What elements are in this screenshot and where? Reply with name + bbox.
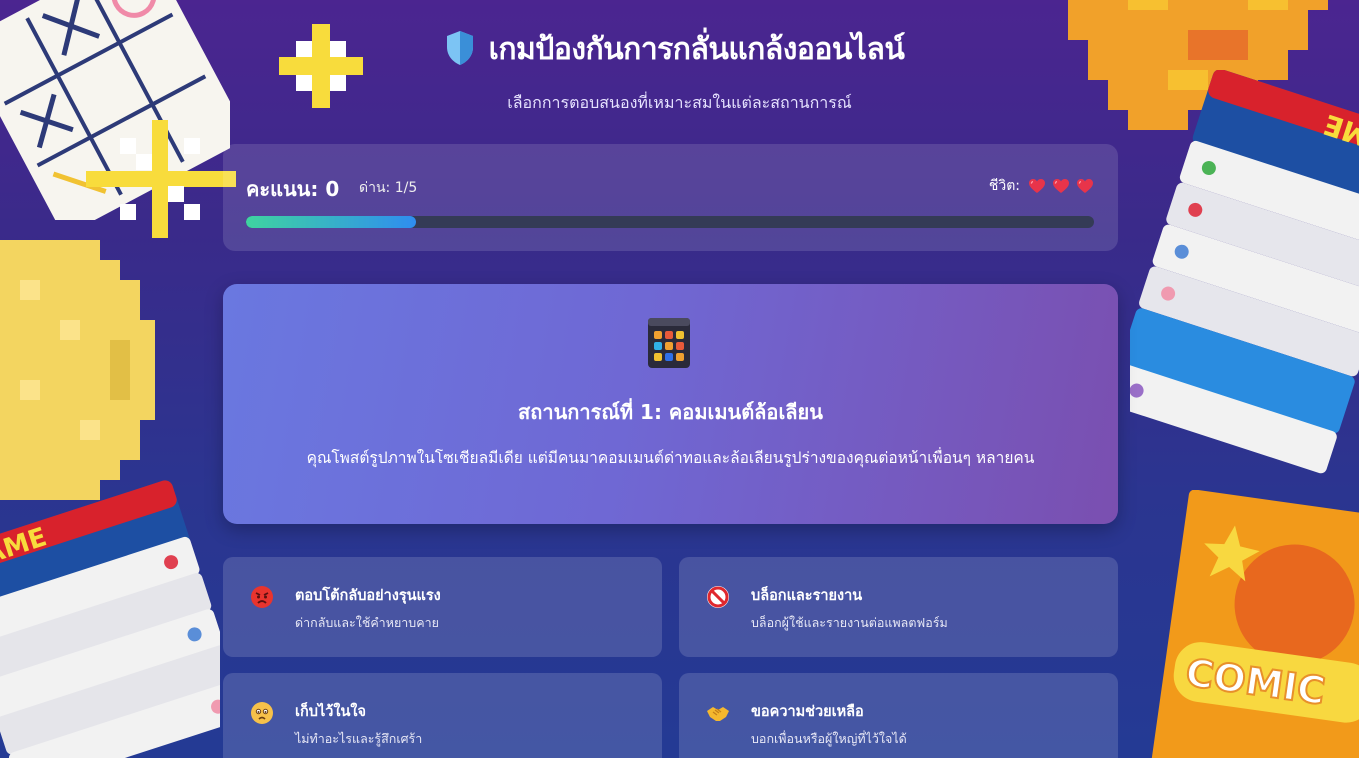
option-block-report[interactable]: บล็อกและรายงาน บล็อกผู้ใช้และรายงานต่อแพ… xyxy=(679,557,1118,657)
lives-display: ชีวิต: xyxy=(989,175,1094,197)
option-description: ไม่ทำอะไรและรู้สึกเศร้า xyxy=(295,731,423,746)
option-description: ด่ากลับและใช้คำหยาบคาย xyxy=(295,615,439,630)
option-title: เก็บไว้ในใจ xyxy=(295,704,366,720)
status-panel: คะแนน: 0 ด่าน: 1/5 ชีวิต: xyxy=(223,144,1118,251)
pixel-sparkle-decoration xyxy=(86,120,236,238)
scenario-card: สถานการณ์ที่ 1: คอมเมนต์ล้อเลียน คุณโพสต… xyxy=(223,284,1118,524)
option-title: บล็อกและรายงาน xyxy=(751,588,863,604)
shield-icon xyxy=(445,30,475,70)
heart-icon xyxy=(1052,178,1070,194)
option-ask-for-help[interactable]: ขอความช่วยเหลือ บอกเพื่อนหรือผู้ใหญ่ที่ไ… xyxy=(679,673,1118,758)
handshake-icon xyxy=(706,701,730,725)
app-grid-icon xyxy=(648,318,690,368)
heart-icon xyxy=(1028,178,1046,194)
scenario-description: คุณโพสต์รูปภาพในโซเชียลมีเดีย แต่มีคนมาค… xyxy=(306,449,1035,467)
progress-bar xyxy=(246,216,1094,228)
option-description: บล็อกผู้ใช้และรายงานต่อแพลตฟอร์ม xyxy=(751,615,948,630)
page-subtitle: เลือกการตอบสนองที่เหมาะสมในแต่ละสถานการณ… xyxy=(507,93,852,112)
comic-book-decoration: COMIC xyxy=(1140,490,1359,758)
progress-bar-fill xyxy=(246,216,416,228)
option-fight-back[interactable]: ตอบโต้กลับอย่างรุนแรง ด่ากลับและใช้คำหยา… xyxy=(223,557,662,657)
option-keep-inside[interactable]: เก็บไว้ในใจ ไม่ทำอะไรและรู้สึกเศร้า xyxy=(223,673,662,758)
heart-icon xyxy=(1076,178,1094,194)
option-title: ตอบโต้กลับอย่างรุนแรง xyxy=(295,588,441,604)
option-title: ขอความช่วยเหลือ xyxy=(751,704,864,720)
lives-label: ชีวิต: xyxy=(988,178,1020,194)
sad-face-icon xyxy=(250,701,274,725)
scenario-title: สถานการณ์ที่ 1: คอมเมนต์ล้อเลียน xyxy=(518,400,823,424)
page-header: เกมป้องกันการกลั่นแกล้งออนไลน์ เลือกการต… xyxy=(0,26,1359,116)
game-book-stack-decoration: AME xyxy=(1130,70,1359,500)
prohibited-icon xyxy=(706,585,730,609)
hearts-container xyxy=(1028,178,1094,194)
score-display: คะแนน: 0 xyxy=(246,177,340,201)
option-description: บอกเพื่อนหรือผู้ใหญ่ที่ไว้ใจได้ xyxy=(751,731,907,746)
pixel-coin-decoration xyxy=(0,240,160,500)
page-title: เกมป้องกันการกลั่นแกล้งออนไลน์ xyxy=(488,32,905,67)
angry-face-icon xyxy=(250,585,274,609)
game-book-stack-decoration: AME xyxy=(0,480,220,758)
level-display: ด่าน: 1/5 xyxy=(359,180,418,196)
